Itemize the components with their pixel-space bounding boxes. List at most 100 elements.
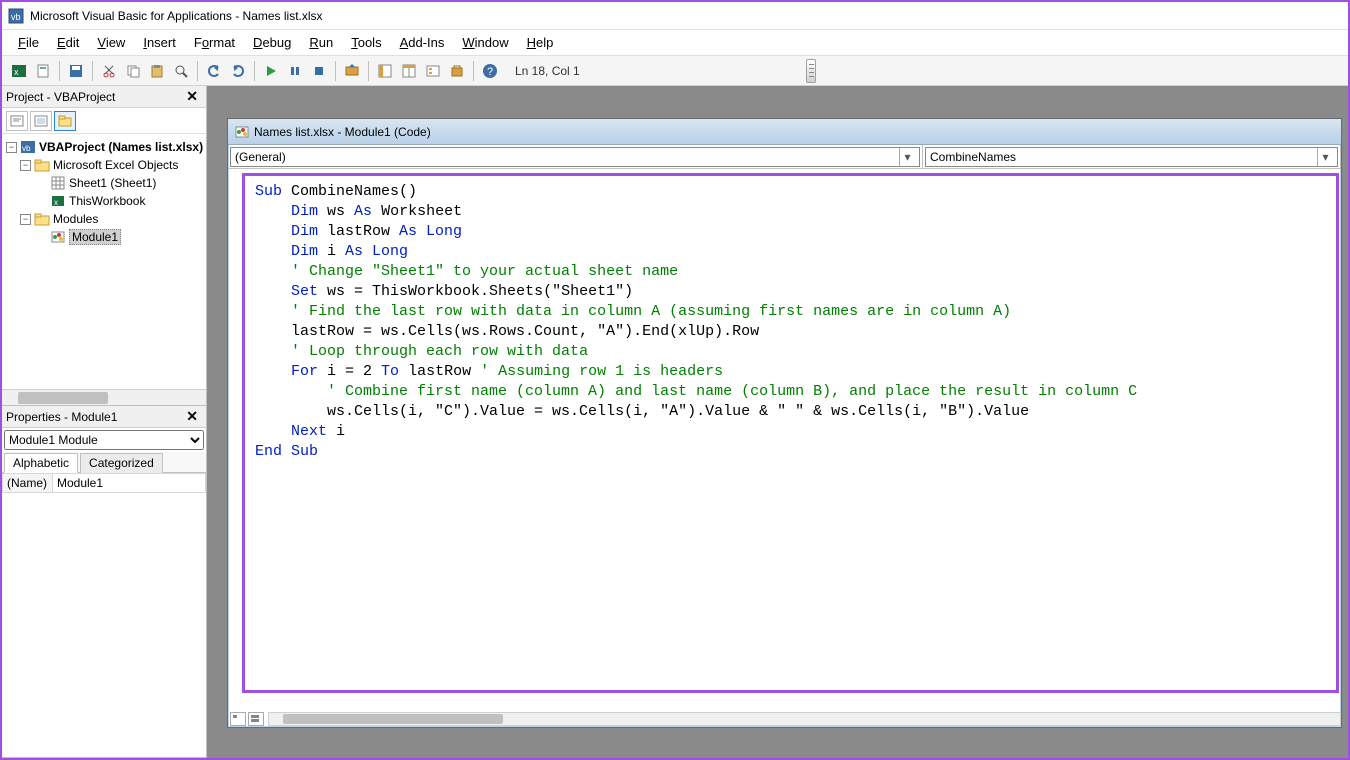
vba-window: vb Microsoft Visual Basic for Applicatio…	[2, 2, 1348, 758]
tree-thisworkbook[interactable]: x ThisWorkbook	[34, 192, 204, 210]
tree-module1[interactable]: Module1	[34, 228, 204, 246]
code-dropdowns: (General) ▾ CombineNames ▾	[228, 145, 1341, 169]
expand-icon[interactable]: −	[20, 160, 31, 171]
svg-text:vb: vb	[22, 144, 31, 153]
toolbar-sep	[368, 61, 369, 81]
object-browser-icon[interactable]	[422, 60, 444, 82]
vba-app-icon: vb	[8, 8, 24, 24]
properties-object-selector[interactable]: Module1 Module	[4, 430, 204, 450]
save-icon[interactable]	[65, 60, 87, 82]
tab-categorized[interactable]: Categorized	[80, 453, 163, 473]
svg-text:?: ?	[487, 66, 493, 78]
project-hscroll[interactable]	[2, 389, 206, 405]
toolbox-icon[interactable]	[446, 60, 468, 82]
menubar: File Edit View Insert Format Debug Run T…	[2, 30, 1348, 56]
excel-objects-label: Microsoft Excel Objects	[53, 158, 178, 172]
paste-icon[interactable]	[146, 60, 168, 82]
help-icon[interactable]: ?	[479, 60, 501, 82]
view-excel-icon[interactable]: x	[8, 60, 30, 82]
properties-window-icon[interactable]	[398, 60, 420, 82]
expand-icon[interactable]: −	[20, 214, 31, 225]
break-icon[interactable]	[284, 60, 306, 82]
run-icon[interactable]	[260, 60, 282, 82]
procedure-view-icon[interactable]	[230, 712, 246, 726]
code-footer	[228, 711, 1341, 727]
project-panel-toolbar	[2, 108, 206, 134]
toolbar-sep	[254, 61, 255, 81]
chevron-down-icon[interactable]: ▾	[1317, 148, 1333, 166]
menu-help[interactable]: Help	[519, 32, 562, 53]
menu-insert[interactable]: Insert	[135, 32, 184, 53]
procedure-dropdown[interactable]: CombineNames ▾	[923, 145, 1341, 168]
find-icon[interactable]	[170, 60, 192, 82]
code-window: Names list.xlsx - Module1 (Code) (Genera…	[227, 118, 1342, 728]
undo-icon[interactable]	[203, 60, 225, 82]
reset-icon[interactable]	[308, 60, 330, 82]
toolbar-sep	[59, 61, 60, 81]
object-dropdown[interactable]: (General) ▾	[228, 145, 923, 168]
project-panel: Project - VBAProject ✕ − vb VBAProject (…	[2, 86, 206, 406]
sheet1-label: Sheet1 (Sheet1)	[69, 176, 156, 190]
insert-icon[interactable]	[32, 60, 54, 82]
code-window-titlebar[interactable]: Names list.xlsx - Module1 (Code)	[228, 119, 1341, 145]
menu-format[interactable]: Format	[186, 32, 243, 53]
menu-window[interactable]: Window	[454, 32, 516, 53]
redo-icon[interactable]	[227, 60, 249, 82]
code-hscroll[interactable]	[268, 712, 1341, 726]
tree-sheet1[interactable]: Sheet1 (Sheet1)	[34, 174, 204, 192]
property-row[interactable]: (Name) Module1	[3, 474, 206, 493]
menu-tools[interactable]: Tools	[343, 32, 389, 53]
module1-label: Module1	[69, 229, 121, 245]
properties-grid[interactable]: (Name) Module1	[2, 473, 206, 757]
project-panel-title: Project - VBAProject	[6, 90, 115, 104]
body: Project - VBAProject ✕ − vb VBAProject (…	[2, 86, 1348, 758]
project-panel-close-icon[interactable]: ✕	[182, 88, 202, 105]
code-window-title: Names list.xlsx - Module1 (Code)	[254, 125, 431, 139]
tree-root-label: VBAProject (Names list.xlsx)	[39, 140, 203, 154]
tree-excel-objects[interactable]: − Microsoft Excel Objects	[18, 156, 204, 174]
property-value[interactable]: Module1	[53, 474, 206, 493]
menu-run[interactable]: Run	[301, 32, 341, 53]
property-name: (Name)	[3, 474, 53, 493]
svg-text:x: x	[54, 198, 58, 207]
toggle-folders-icon[interactable]	[54, 111, 76, 131]
window-title: Microsoft Visual Basic for Applications …	[30, 9, 323, 23]
object-dropdown-value: (General)	[235, 150, 286, 164]
design-mode-icon[interactable]	[341, 60, 363, 82]
menu-debug[interactable]: Debug	[245, 32, 299, 53]
worksheet-icon	[50, 176, 66, 190]
menu-file[interactable]: File	[10, 32, 47, 53]
properties-panel-close-icon[interactable]: ✕	[182, 408, 202, 425]
project-panel-header: Project - VBAProject ✕	[2, 86, 206, 108]
tree-root[interactable]: − vb VBAProject (Names list.xlsx)	[4, 138, 204, 156]
toolbar-sep	[473, 61, 474, 81]
properties-panel: Properties - Module1 ✕ Module1 Module Al…	[2, 406, 206, 758]
procedure-dropdown-value: CombineNames	[930, 150, 1016, 164]
workbook-label: ThisWorkbook	[69, 194, 145, 208]
svg-text:x: x	[14, 67, 19, 77]
toolbar: x ? Ln 18, Col 1	[2, 56, 1348, 86]
full-module-view-icon[interactable]	[248, 712, 264, 726]
tree-modules[interactable]: − Modules	[18, 210, 204, 228]
tab-alphabetic[interactable]: Alphabetic	[4, 453, 78, 473]
menu-edit[interactable]: Edit	[49, 32, 87, 53]
view-object-icon[interactable]	[30, 111, 52, 131]
code-body: Sub CombineNames() Dim ws As Worksheet D…	[228, 169, 1341, 711]
menu-addins[interactable]: Add-Ins	[392, 32, 453, 53]
view-code-icon[interactable]	[6, 111, 28, 131]
toolbar-overflow-handle[interactable]	[806, 59, 816, 83]
properties-panel-title: Properties - Module1	[6, 410, 117, 424]
vba-project-icon: vb	[20, 140, 36, 154]
menu-view[interactable]: View	[89, 32, 133, 53]
mdi-area: Names list.xlsx - Module1 (Code) (Genera…	[207, 86, 1348, 758]
code-editor[interactable]: Sub CombineNames() Dim ws As Worksheet D…	[242, 173, 1339, 693]
chevron-down-icon[interactable]: ▾	[899, 148, 915, 166]
copy-icon[interactable]	[122, 60, 144, 82]
modules-label: Modules	[53, 212, 98, 226]
folder-icon	[34, 212, 50, 226]
cut-icon[interactable]	[98, 60, 120, 82]
project-tree[interactable]: − vb VBAProject (Names list.xlsx) − Micr…	[2, 134, 206, 389]
expand-icon[interactable]: −	[6, 142, 17, 153]
properties-object-select[interactable]: Module1 Module	[4, 430, 204, 450]
project-explorer-icon[interactable]	[374, 60, 396, 82]
